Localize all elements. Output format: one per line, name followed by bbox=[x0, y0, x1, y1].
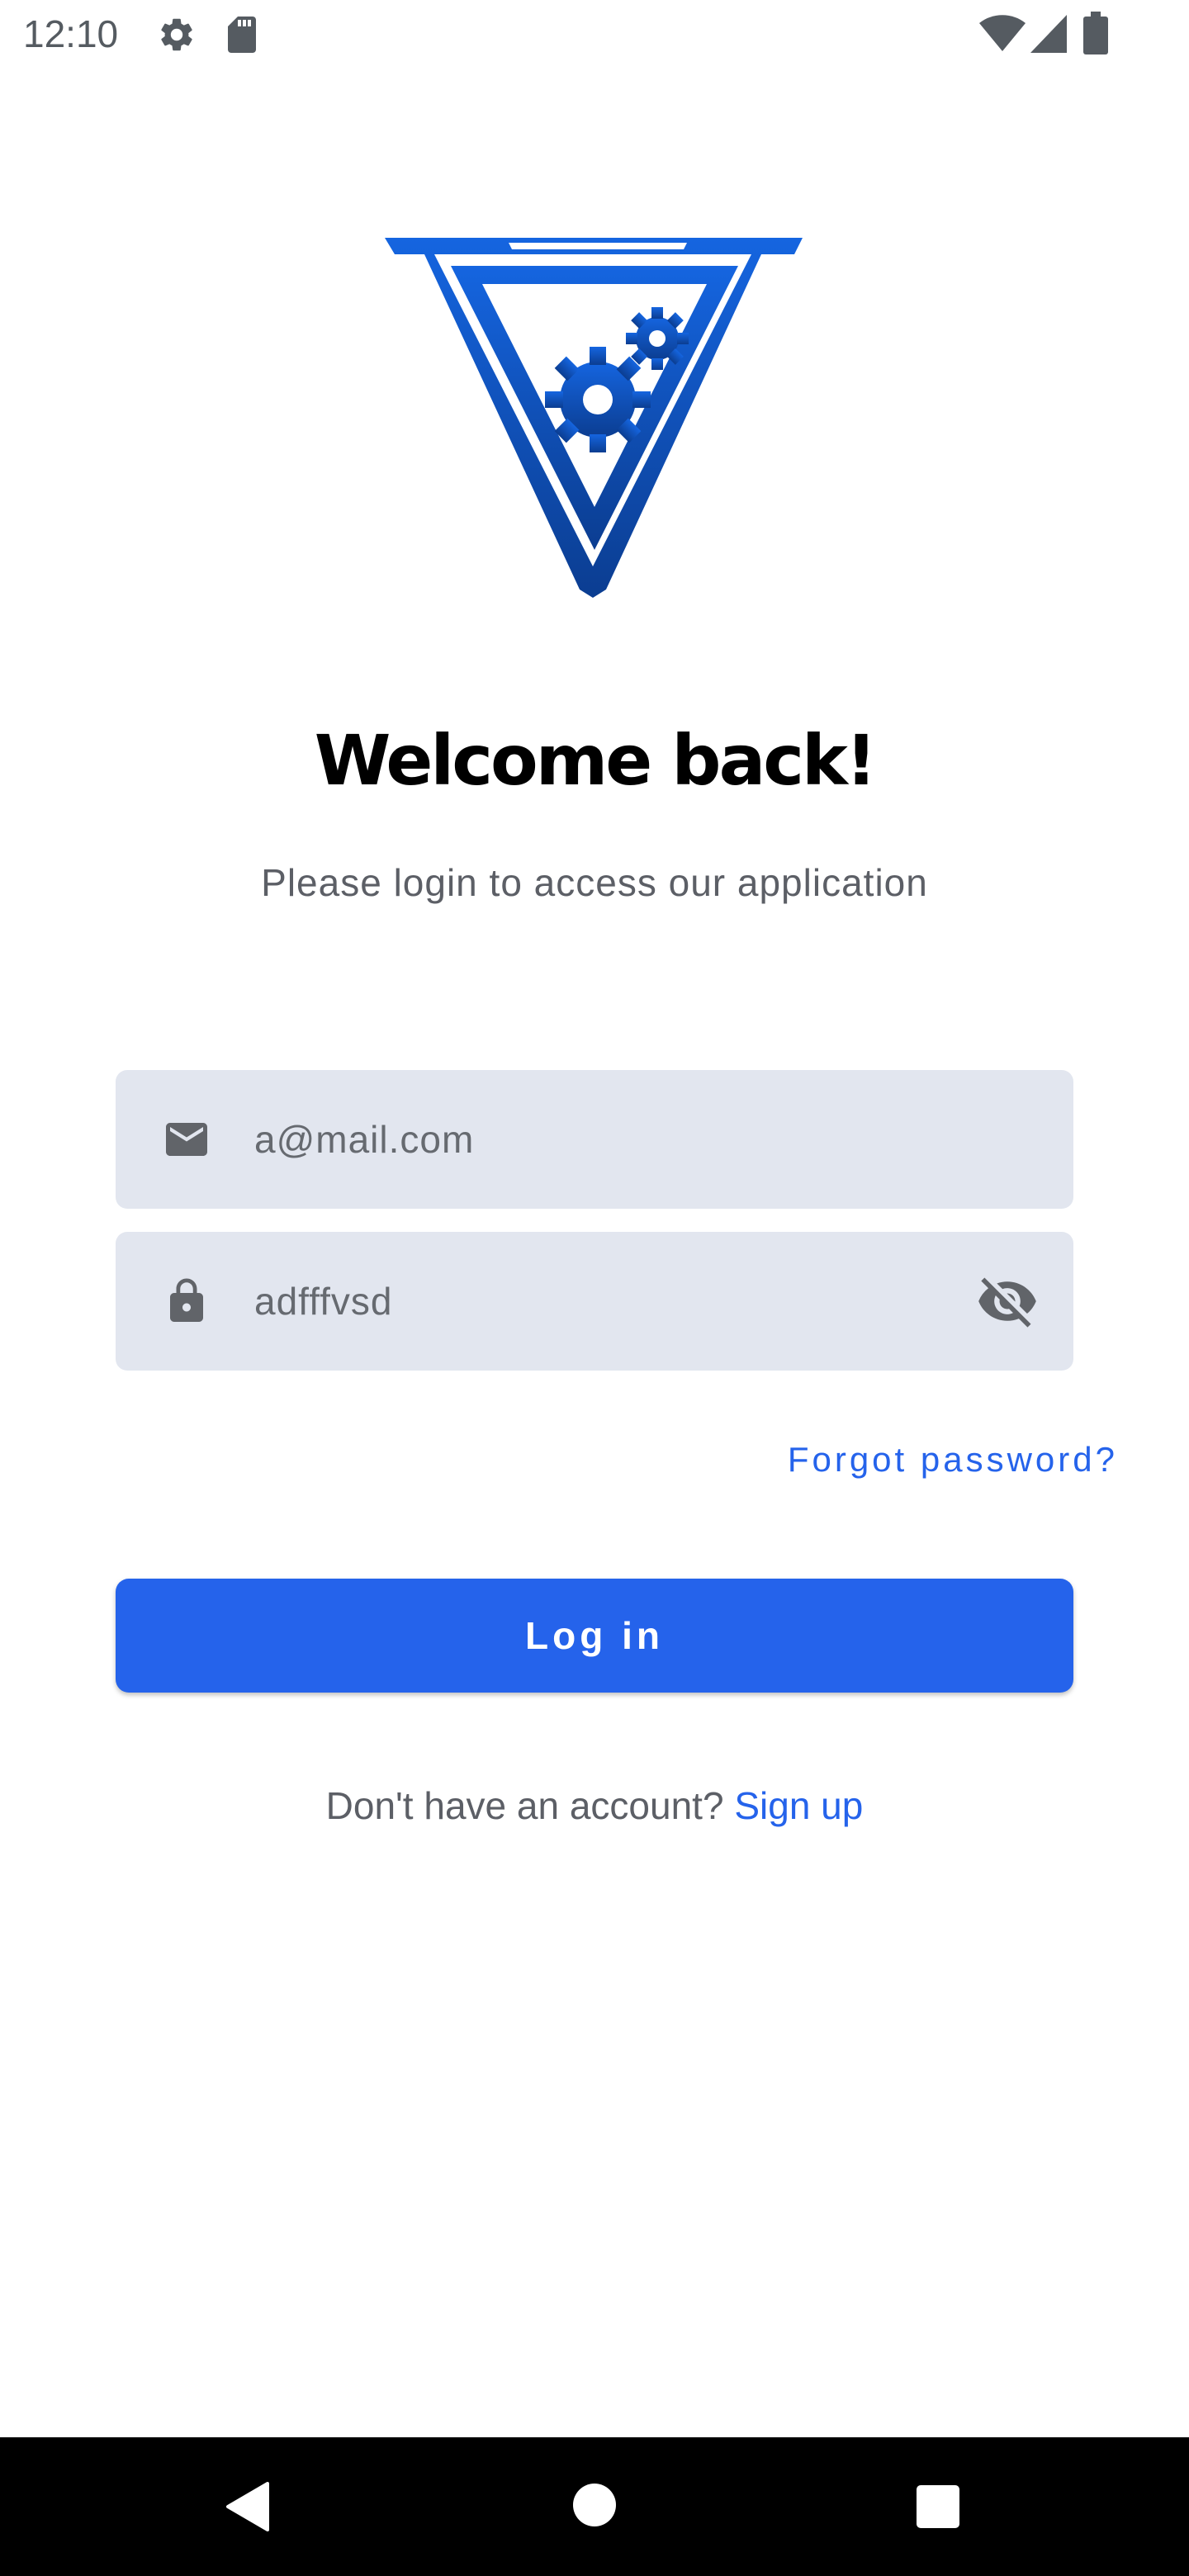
email-field[interactable]: a@mail.com bbox=[116, 1070, 1073, 1209]
login-button[interactable]: Log in bbox=[116, 1579, 1073, 1693]
sd-card-icon bbox=[228, 17, 256, 53]
password-value[interactable]: adfffvsd bbox=[254, 1232, 392, 1371]
eye-off-icon[interactable] bbox=[976, 1270, 1039, 1333]
signup-row: Don't have an account? Sign up bbox=[0, 1783, 1189, 1828]
password-field[interactable]: adfffvsd bbox=[116, 1232, 1073, 1371]
mail-icon bbox=[166, 1123, 207, 1156]
app-logo bbox=[385, 238, 803, 598]
signup-link[interactable]: Sign up bbox=[734, 1784, 863, 1827]
gear-icon bbox=[161, 18, 192, 51]
wifi-icon bbox=[979, 15, 1026, 51]
page-title: Welcome back! bbox=[314, 720, 877, 801]
forgot-password-link[interactable]: Forgot password? bbox=[788, 1440, 1118, 1480]
status-bar: 12:10 bbox=[0, 0, 1189, 69]
battery-icon bbox=[1083, 12, 1108, 54]
signal-icon bbox=[1030, 15, 1067, 53]
back-icon[interactable] bbox=[225, 2482, 271, 2531]
navigation-bar bbox=[0, 2437, 1189, 2576]
signup-prompt: Don't have an account? bbox=[325, 1784, 724, 1827]
email-value[interactable]: a@mail.com bbox=[254, 1070, 474, 1209]
home-icon[interactable] bbox=[573, 2484, 616, 2526]
recents-icon[interactable] bbox=[917, 2485, 959, 2528]
lock-icon bbox=[170, 1278, 203, 1322]
login-screen: 12:10 Welcome back! Please login to acce… bbox=[0, 0, 1189, 2576]
status-time: 12:10 bbox=[23, 12, 119, 55]
page-subtitle: Please login to access our application bbox=[261, 861, 928, 904]
